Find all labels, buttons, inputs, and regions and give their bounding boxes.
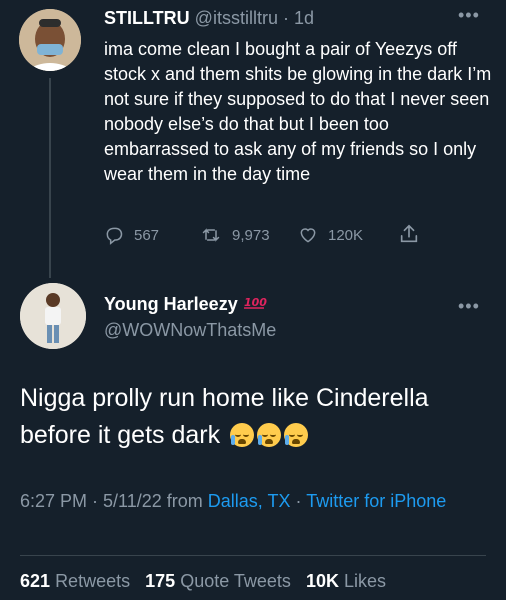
retweets-label: Retweets bbox=[55, 571, 131, 591]
share-button[interactable] bbox=[398, 223, 420, 245]
share-icon bbox=[400, 224, 418, 243]
tweet2-text-content: Nigga prolly run home like Cinderella be… bbox=[20, 384, 429, 449]
tweet2-source-sep: · bbox=[295, 491, 302, 511]
svg-text:100: 100 bbox=[244, 296, 267, 309]
reply-button[interactable]: 567 bbox=[104, 225, 159, 245]
reply-icon bbox=[106, 227, 123, 245]
tweet2-text: Nigga prolly run home like Cinderella be… bbox=[20, 380, 490, 454]
quote-tweets-label: Quote Tweets bbox=[180, 571, 291, 591]
reply-count: 567 bbox=[134, 226, 160, 244]
tweet2-name-row: Young Harleezy 100 bbox=[104, 294, 267, 315]
quote-tweets-count: 175 bbox=[145, 571, 176, 591]
likes-count: 10K bbox=[305, 571, 339, 591]
avatar-stilltru[interactable] bbox=[19, 9, 81, 71]
tweet2-display-name[interactable]: Young Harleezy bbox=[104, 294, 238, 314]
retweet-count: 9,973 bbox=[232, 226, 270, 244]
tweet2-stats: 621 Retweets 175 Quote Tweets 10K Likes bbox=[20, 571, 386, 592]
tweet2-location[interactable]: Dallas, TX bbox=[208, 491, 291, 511]
retweets-stat[interactable]: 621 Retweets bbox=[20, 571, 135, 591]
tweet1-display-name[interactable]: STILLTRU bbox=[104, 8, 190, 28]
tweet2-meta: 6:27 PM · 5/11/22 from Dallas, TX · Twit… bbox=[20, 488, 470, 514]
crying-emoji bbox=[227, 421, 309, 449]
more-icon[interactable]: ••• bbox=[458, 5, 480, 26]
thread-line bbox=[49, 78, 51, 278]
tweet2-from: from bbox=[166, 491, 203, 511]
avatar-young-harleezy[interactable] bbox=[20, 283, 86, 349]
more-icon[interactable]: ••• bbox=[458, 296, 480, 317]
quote-tweets-stat[interactable]: 175 Quote Tweets bbox=[145, 571, 296, 591]
tweet1-text: ima come clean I bought a pair of Yeezys… bbox=[104, 39, 492, 184]
like-count: 120K bbox=[328, 226, 364, 244]
tweet1-handle-time[interactable]: @itsstilltru · 1d bbox=[195, 8, 314, 28]
divider bbox=[20, 555, 486, 556]
tweet2-handle[interactable]: @WOWNowThatsMe bbox=[104, 320, 276, 341]
retweet-icon bbox=[202, 228, 220, 242]
likes-stat[interactable]: 10K Likes bbox=[306, 571, 386, 591]
like-button[interactable]: 120K bbox=[298, 225, 363, 245]
hundred-emoji: 100 bbox=[243, 296, 267, 309]
tweet2-source[interactable]: Twitter for iPhone bbox=[306, 491, 446, 511]
retweet-button[interactable]: 9,973 bbox=[200, 225, 270, 245]
likes-label: Likes bbox=[344, 571, 387, 591]
tweet2-time-date[interactable]: 6:27 PM · 5/11/22 bbox=[20, 491, 162, 511]
heart-icon bbox=[300, 228, 316, 243]
tweet1-header: STILLTRU @itsstilltru · 1d bbox=[104, 8, 314, 29]
retweets-count: 621 bbox=[20, 571, 51, 591]
